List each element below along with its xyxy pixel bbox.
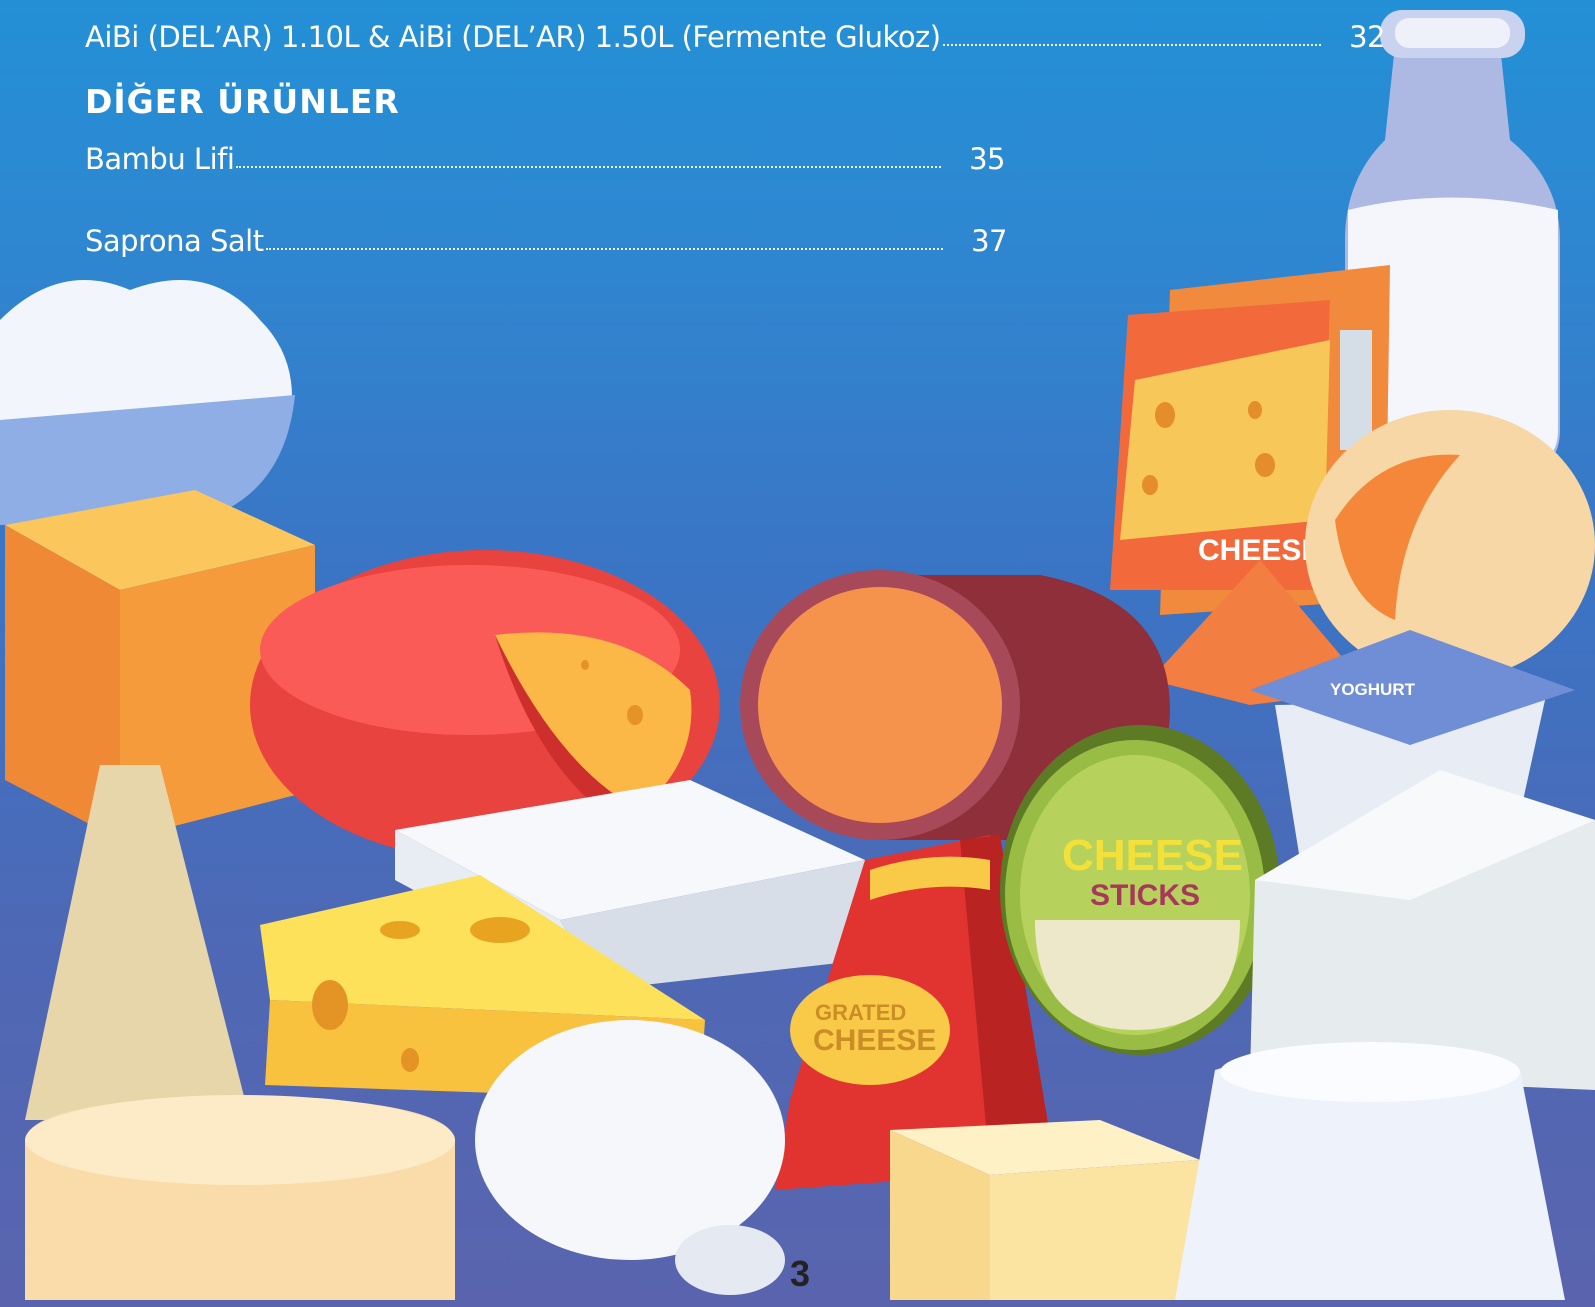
grated-label-line2: CHEESE [813,1024,936,1057]
cream-bowl-icon [0,280,295,525]
cottage-cheese-icon [1175,1042,1565,1300]
cheese-sticks-label-line1: CHEESE [1062,831,1243,880]
grated-label-line1: GRATED [815,1000,906,1025]
section-heading: DİĞER ÜRÜNLER [85,82,400,121]
toc-dot-leader [265,248,944,250]
toc-entry-page: 37 [971,224,1007,258]
round-cheese-icon [1305,410,1595,680]
cream-cheese-wheel-icon [25,1095,455,1300]
yoghurt-label: YOGHURT [1330,680,1416,699]
toc-entry-title: Bambu Lifi [85,142,235,176]
toc-entry-title: AiBi (DEL’AR) 1.10L & AiBi (DEL’AR) 1.50… [85,20,941,54]
dairy-illustration: CHEESE SL YOGHURT GRATED CHEESE CHEESE S… [0,10,1595,1300]
toc-entry-page: 35 [969,142,1005,176]
toc-entry-aibi[interactable]: AiBi (DEL’AR) 1.10L & AiBi (DEL’AR) 1.50… [85,20,1385,54]
page-number: 3 [789,1253,811,1294]
parmesan-wedge-icon [25,765,250,1120]
cheese-sticks-can-icon: CHEESE STICKS [1000,725,1280,1055]
toc-entry-title: Saprona Salt [85,224,264,258]
toc-entry-saprona-salt[interactable]: Saprona Salt 37 [85,224,1007,258]
toc-page: CHEESE SL YOGHURT GRATED CHEESE CHEESE S… [0,0,1595,1307]
cheese-sticks-label-line2: STICKS [1090,879,1200,912]
mozzarella-icon [475,1020,785,1295]
toc-dot-leader [942,44,1322,46]
toc-entry-page: 32 [1349,20,1385,54]
toc-entry-bambu-lifi[interactable]: Bambu Lifi 35 [85,142,1005,176]
toc-dot-leader [236,166,942,168]
butter-icon [890,1120,1200,1300]
